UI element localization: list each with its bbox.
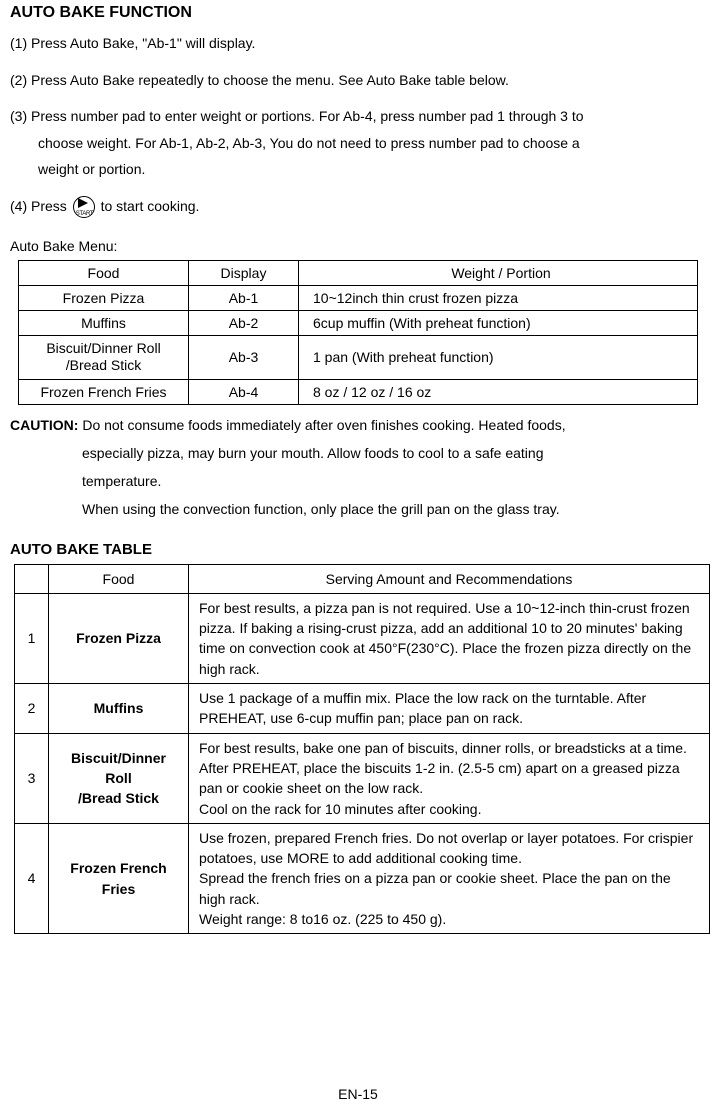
- bake-food: Biscuit/Dinner Roll /Bread Stick: [49, 733, 189, 823]
- menu-cell-food: Biscuit/Dinner Roll /Bread Stick: [19, 335, 189, 379]
- menu-cell-display: Ab-4: [189, 379, 299, 404]
- menu-row: Frozen Pizza Ab-1 10~12inch thin crust f…: [19, 285, 698, 310]
- bake-food-l1: Frozen French: [70, 860, 166, 876]
- menu-cell-weight: 6cup muffin (With preheat function): [299, 310, 698, 335]
- menu-row: Biscuit/Dinner Roll /Bread Stick Ab-3 1 …: [19, 335, 698, 379]
- start-icon-label: START: [76, 209, 94, 220]
- caution-l3: temperature.: [10, 467, 706, 495]
- bake-food-l1: Biscuit/Dinner: [71, 750, 166, 766]
- menu-header-weight: Weight / Portion: [299, 260, 698, 285]
- menu-header-food: Food: [19, 260, 189, 285]
- step-3-l1: (3) Press number pad to enter weight or …: [10, 108, 584, 124]
- auto-bake-menu-table: Food Display Weight / Portion Frozen Piz…: [18, 260, 698, 405]
- bake-table-title: AUTO BAKE TABLE: [10, 541, 706, 558]
- bake-num: 1: [15, 593, 49, 683]
- step-3: (3) Press number pad to enter weight or …: [10, 103, 706, 183]
- bake-food-l2: Roll: [105, 770, 131, 786]
- bake-header-rec: Serving Amount and Recommendations: [189, 564, 710, 593]
- bake-rec: For best results, bake one pan of biscui…: [189, 733, 710, 823]
- bake-num: 2: [15, 684, 49, 734]
- menu-cell-food: Muffins: [19, 310, 189, 335]
- bake-food-l3: /Bread Stick: [78, 790, 159, 806]
- bake-header-row: Food Serving Amount and Recommendations: [15, 564, 710, 593]
- bake-row: 4 Frozen French Fries Use frozen, prepar…: [15, 823, 710, 933]
- bake-num: 3: [15, 733, 49, 823]
- step-3-l3: weight or portion.: [10, 161, 145, 177]
- bake-rec: Use 1 package of a muffin mix. Place the…: [189, 684, 710, 734]
- bake-rec-l3: Cool on the rack for 10 minutes after co…: [199, 801, 481, 817]
- bake-rec: Use frozen, prepared French fries. Do no…: [189, 823, 710, 933]
- step-3-l2: choose weight. For Ab-1, Ab-2, Ab-3, You…: [10, 135, 580, 151]
- bake-header-blank: [15, 564, 49, 593]
- bake-rec-l2: After PREHEAT, place the biscuits 1-2 in…: [199, 760, 680, 796]
- menu-cell-food-l1: Biscuit/Dinner Roll: [46, 340, 160, 356]
- menu-cell-food: Frozen Pizza: [19, 285, 189, 310]
- menu-header-row: Food Display Weight / Portion: [19, 260, 698, 285]
- bake-rec: For best results, a pizza pan is not req…: [189, 593, 710, 683]
- bake-food-l2: Fries: [102, 881, 135, 897]
- bake-food: Muffins: [49, 684, 189, 734]
- auto-bake-table: Food Serving Amount and Recommendations …: [14, 564, 710, 935]
- bake-row: 2 Muffins Use 1 package of a muffin mix.…: [15, 684, 710, 734]
- menu-cell-weight: 1 pan (With preheat function): [299, 335, 698, 379]
- caution-block: CAUTION: Do not consume foods immediatel…: [10, 411, 706, 523]
- step-4-suffix: to start cooking.: [101, 198, 200, 214]
- step-2: (2) Press Auto Bake repeatedly to choose…: [10, 67, 706, 94]
- bake-rec-l3: Weight range: 8 to16 oz. (225 to 450 g).: [199, 911, 446, 927]
- menu-row: Muffins Ab-2 6cup muffin (With preheat f…: [19, 310, 698, 335]
- menu-header-display: Display: [189, 260, 299, 285]
- bake-rec-l2: Spread the french fries on a pizza pan o…: [199, 870, 671, 906]
- caution-label: CAUTION:: [10, 417, 78, 433]
- bake-row: 3 Biscuit/Dinner Roll /Bread Stick For b…: [15, 733, 710, 823]
- caution-l4: When using the convection function, only…: [10, 495, 706, 523]
- menu-cell-display: Ab-1: [189, 285, 299, 310]
- bake-food: Frozen Pizza: [49, 593, 189, 683]
- bake-header-food: Food: [49, 564, 189, 593]
- caution-l2: especially pizza, may burn your mouth. A…: [10, 439, 706, 467]
- menu-cell-food-l2: /Bread Stick: [66, 357, 141, 373]
- bake-rec-l1: Use frozen, prepared French fries. Do no…: [199, 830, 693, 866]
- menu-row: Frozen French Fries Ab-4 8 oz / 12 oz / …: [19, 379, 698, 404]
- start-icon: START: [73, 196, 95, 218]
- bake-food: Frozen French Fries: [49, 823, 189, 933]
- page-number: EN-15: [0, 1086, 716, 1102]
- menu-cell-display: Ab-2: [189, 310, 299, 335]
- bake-num: 4: [15, 823, 49, 933]
- step-4: (4) Press START to start cooking.: [10, 193, 706, 220]
- bake-rec-l1: For best results, bake one pan of biscui…: [199, 740, 687, 756]
- step-1: (1) Press Auto Bake, "Ab-1" will display…: [10, 30, 706, 57]
- menu-cell-weight: 8 oz / 12 oz / 16 oz: [299, 379, 698, 404]
- menu-cell-weight: 10~12inch thin crust frozen pizza: [299, 285, 698, 310]
- section-title: AUTO BAKE FUNCTION: [10, 4, 706, 22]
- caution-l1: Do not consume foods immediately after o…: [78, 417, 565, 433]
- step-4-prefix: (4) Press: [10, 198, 67, 214]
- menu-cell-display: Ab-3: [189, 335, 299, 379]
- menu-label: Auto Bake Menu:: [10, 238, 706, 254]
- bake-row: 1 Frozen Pizza For best results, a pizza…: [15, 593, 710, 683]
- menu-cell-food: Frozen French Fries: [19, 379, 189, 404]
